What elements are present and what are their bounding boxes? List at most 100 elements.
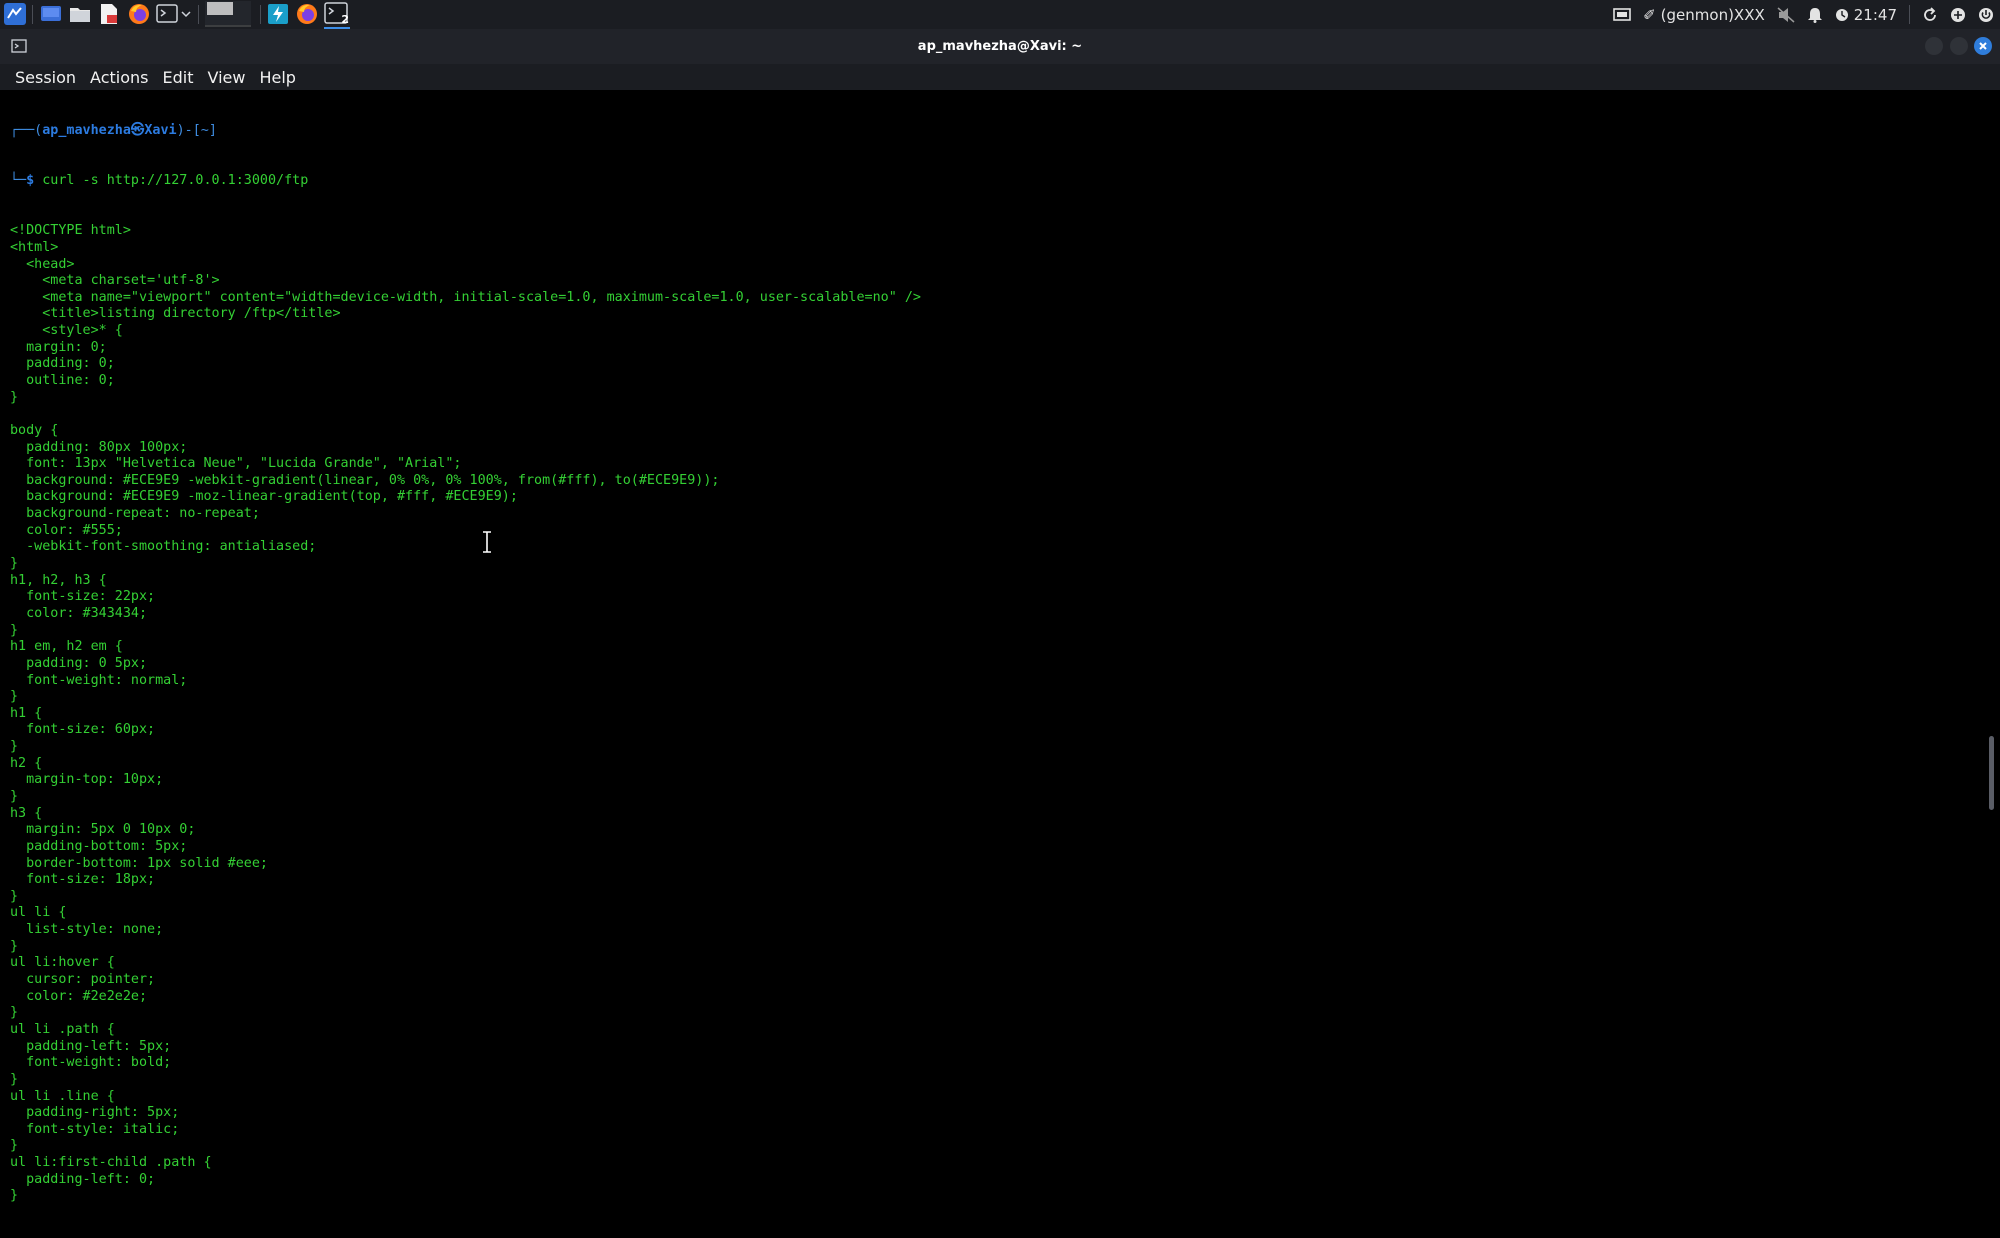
refresh-icon[interactable] (1922, 6, 1938, 23)
output-line: margin-top: 10px; (10, 772, 164, 788)
app-menu-icon[interactable] (2, 2, 28, 26)
output-line: <!DOCTYPE html> (10, 223, 131, 239)
clock-time: 21:47 (1853, 5, 1897, 24)
output-line: padding-bottom: 5px; (10, 838, 188, 854)
output-line: outline: 0; (10, 372, 115, 388)
output-line: background-repeat: no-repeat; (10, 506, 260, 522)
output-line: padding: 80px 100px; (10, 439, 188, 455)
prompt-user-host: ap_mavhezha㉿Xavi (42, 123, 177, 139)
window-titlebar[interactable]: ap_mavhezha@Xavi: ~ (0, 29, 2000, 64)
output-line: color: #2e2e2e; (10, 988, 148, 1004)
screen-icon[interactable] (1613, 7, 1631, 23)
output-line: font-size: 60px; (10, 722, 156, 738)
output-line: ul li .line { (10, 1088, 115, 1104)
menu-session[interactable]: Session (15, 68, 76, 87)
genmon-text: (genmon)XXX (1660, 5, 1765, 24)
output-line: } (10, 556, 19, 572)
bolt-app-icon[interactable] (265, 2, 291, 26)
volume-muted-icon[interactable] (1777, 6, 1795, 23)
output-line: } (10, 689, 19, 705)
output-line: <meta name="viewport" content="width=dev… (10, 289, 921, 305)
output-line: color: #343434; (10, 605, 148, 621)
menu-bar: Session Actions Edit View Help (0, 64, 2000, 90)
prompt-dollar: $ (26, 173, 35, 189)
output-line: font-style: italic; (10, 1121, 180, 1137)
output-line: ul li .path { (10, 1021, 115, 1037)
prompt-frame-open: ┌──( (10, 123, 43, 139)
output-line: <meta charset='utf-8'> (10, 273, 220, 289)
terminal-running-icon[interactable]: 2 (323, 2, 351, 26)
output-line: ul li { (10, 905, 67, 921)
output-line: margin: 0; (10, 339, 107, 355)
notification-bell-icon[interactable] (1807, 7, 1823, 23)
menu-actions[interactable]: Actions (90, 68, 148, 87)
prompt-frame-bottom: └─ (10, 173, 27, 189)
firefox-icon[interactable] (126, 2, 152, 26)
output-line: ul li:first-child .path { (10, 1155, 212, 1171)
minimize-button[interactable] (1925, 37, 1943, 55)
firefox-running-icon[interactable] (294, 2, 320, 26)
network-icon[interactable] (1950, 7, 1966, 23)
output-line: padding: 0; (10, 356, 115, 372)
output-line: h1 { (10, 705, 43, 721)
scrollbar[interactable] (1989, 736, 1994, 810)
output-line: border-bottom: 1px solid #eee; (10, 855, 268, 871)
output-line: -webkit-font-smoothing: antialiased; (10, 539, 317, 555)
close-icon (1979, 42, 1987, 50)
menu-view[interactable]: View (207, 68, 245, 87)
top-panel: 2 ✐ (genmon)XXX 21:47 (0, 0, 2000, 30)
command-line: └─$ curl -s http://127.0.0.1:3000/ftp (10, 173, 921, 190)
output-line: padding-left: 5px; (10, 1038, 172, 1054)
close-button[interactable] (1974, 37, 1992, 55)
genmon-plugin[interactable]: ✐ (genmon)XXX (1643, 6, 1765, 24)
output-line: background: #ECE9E9 -webkit-gradient(lin… (10, 472, 720, 488)
command-output: <!DOCTYPE html> <html> <head> <meta chars… (10, 223, 921, 1205)
output-line: padding-left: 0; (10, 1171, 156, 1187)
output-line: margin: 5px 0 10px 0; (10, 822, 196, 838)
output-line: } (10, 1071, 19, 1087)
power-icon[interactable] (1978, 7, 1994, 23)
output-line: background: #ECE9E9 -moz-linear-gradient… (10, 489, 518, 505)
output-line: padding-right: 5px; (10, 1105, 180, 1121)
output-line: padding: 0 5px; (10, 655, 148, 671)
maximize-button[interactable] (1950, 37, 1968, 55)
text-editor-icon[interactable] (97, 2, 121, 26)
output-line: } (10, 739, 19, 755)
clock[interactable]: 21:47 (1835, 6, 1897, 24)
panel-separator (32, 5, 33, 24)
output-line: h1, h2, h3 { (10, 572, 107, 588)
output-line: font-size: 22px; (10, 589, 156, 605)
clock-icon (1835, 8, 1848, 21)
output-line: color: #555; (10, 522, 123, 538)
tray-separator (1909, 5, 1910, 24)
prompt-frame-close: )-[~] (176, 123, 217, 139)
menu-edit[interactable]: Edit (163, 68, 194, 87)
terminal-window-count: 2 (341, 13, 349, 26)
file-manager-icon[interactable] (67, 2, 93, 26)
text-cursor-icon (481, 531, 493, 553)
terminal-area[interactable]: ┌──(ap_mavhezha㉿Xavi)-[~] └─$ curl -s ht… (0, 90, 2000, 1203)
output-line: font-weight: normal; (10, 672, 188, 688)
command-text: curl -s http://127.0.0.1:3000/ftp (34, 173, 309, 189)
output-line: } (10, 1005, 19, 1021)
output-line: <title>listing directory /ftp</title> (10, 306, 341, 322)
window-title: ap_mavhezha@Xavi: ~ (917, 39, 1083, 54)
output-line: h1 em, h2 em { (10, 639, 123, 655)
terminal-icon[interactable] (154, 2, 194, 26)
output-line: } (10, 389, 19, 405)
output-line: } (10, 622, 19, 638)
cpu-graph-icon (203, 0, 253, 28)
output-line: <style>* { (10, 323, 123, 339)
output-line: <html> (10, 239, 59, 255)
menu-help[interactable]: Help (259, 68, 295, 87)
output-line: } (10, 938, 19, 954)
panel-separator (260, 5, 261, 24)
output-line: h3 { (10, 805, 43, 821)
output-line: font-weight: bold; (10, 1055, 172, 1071)
output-line: font: 13px "Helvetica Neue", "Lucida Gra… (10, 456, 462, 472)
workspace-icon[interactable] (38, 2, 64, 26)
terminal-output[interactable]: ┌──(ap_mavhezha㉿Xavi)-[~] └─$ curl -s ht… (10, 90, 921, 1238)
output-line: } (10, 789, 19, 804)
output-line: } (10, 1188, 19, 1204)
